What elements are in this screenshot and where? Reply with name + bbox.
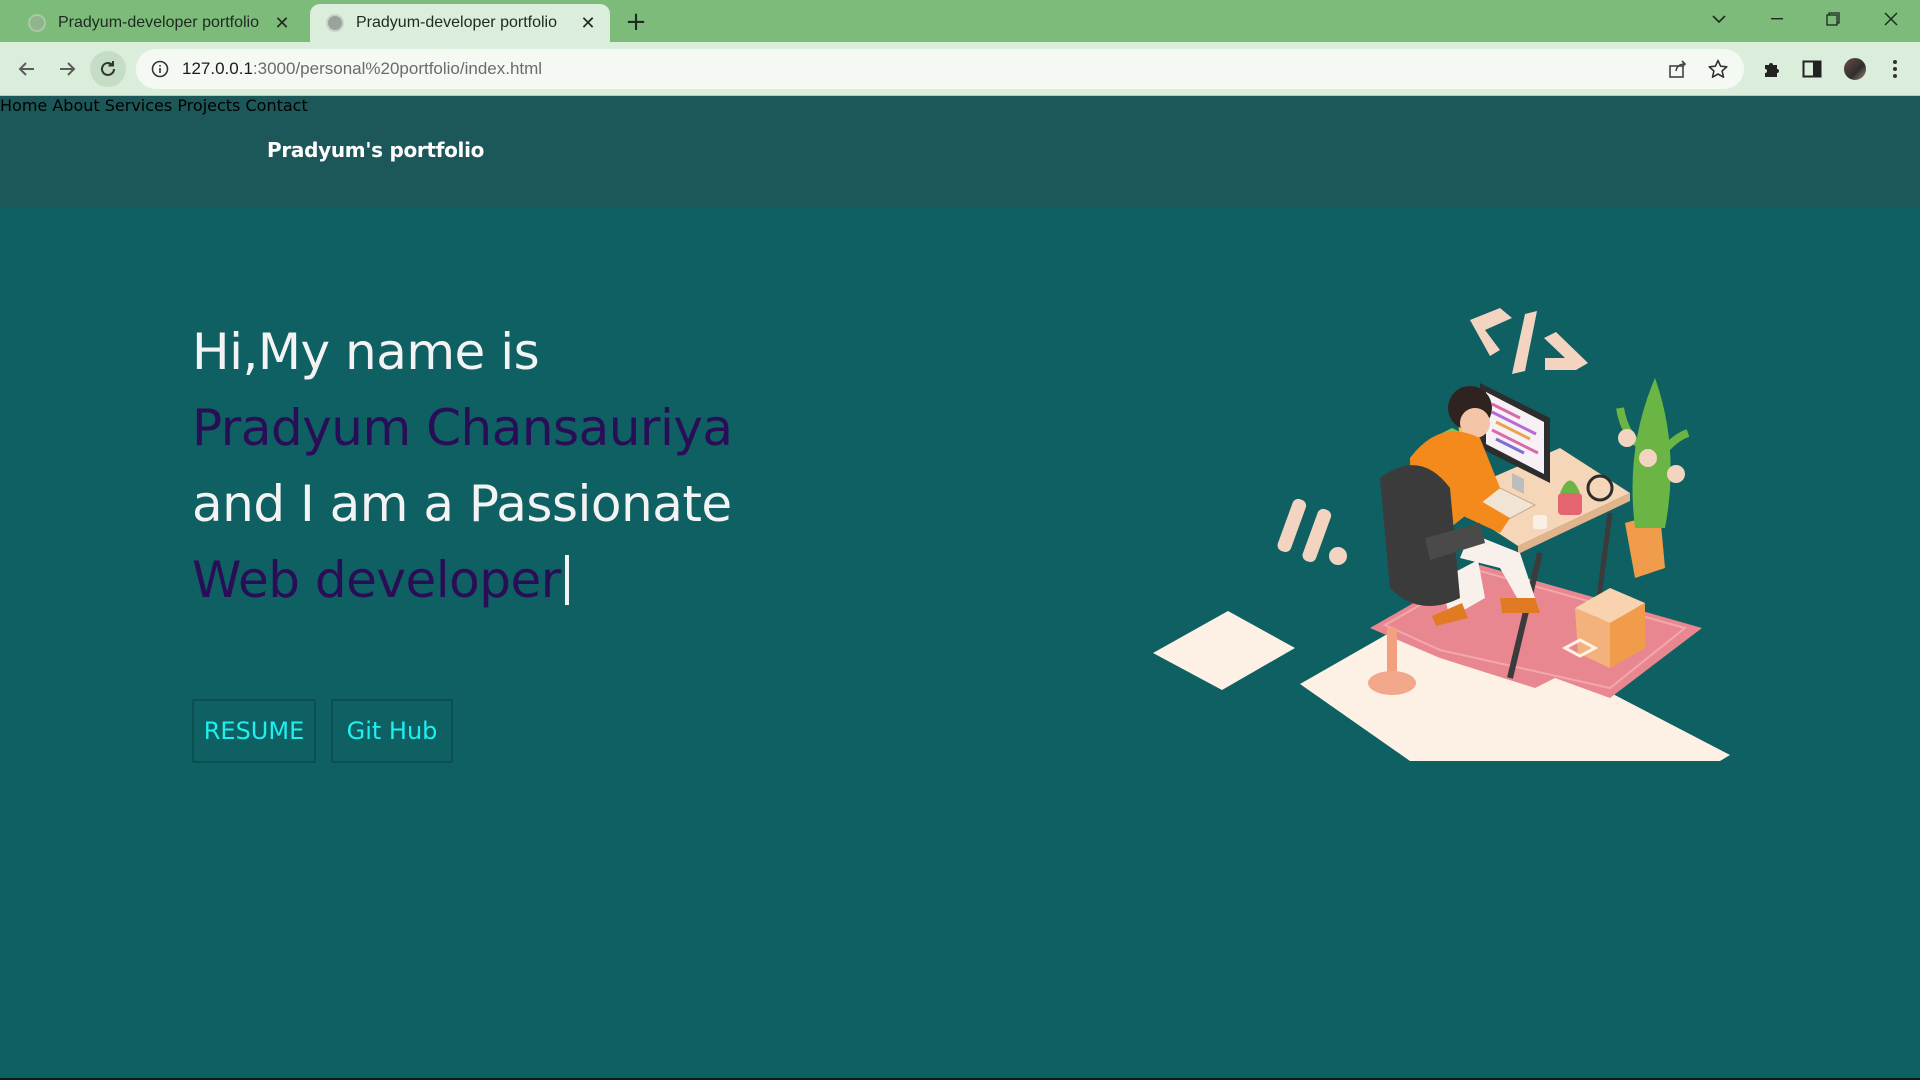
hero-role: Web developer <box>192 551 569 609</box>
browser-tab-strip: Pradyum-developer portfolio ✕ Pradyum-de… <box>0 0 1920 42</box>
puzzle-icon[interactable] <box>1760 57 1784 81</box>
globe-favicon-icon <box>28 14 46 32</box>
github-button[interactable]: Git Hub <box>331 699 453 763</box>
share-icon[interactable] <box>1666 57 1690 81</box>
site-logo[interactable]: Pradyum's portfolio <box>267 138 484 162</box>
profile-avatar[interactable] <box>1842 56 1868 82</box>
close-tab-icon[interactable]: ✕ <box>270 11 294 35</box>
nav-home[interactable]: Home <box>0 96 47 115</box>
reload-icon[interactable] <box>90 51 126 87</box>
hero-section: Hi,My name is Pradyum Chansauriya and I … <box>0 208 1920 1080</box>
side-panel-icon[interactable] <box>1800 57 1824 81</box>
close-tab-icon[interactable]: ✕ <box>576 11 600 35</box>
kebab-menu-icon[interactable] <box>1883 57 1907 81</box>
hero-intro: and I am a Passionate <box>192 475 732 533</box>
info-icon[interactable] <box>150 59 170 79</box>
nav-about[interactable]: About <box>52 96 99 115</box>
browser-toolbar: 127.0.0.1:3000/personal%20portfolio/inde… <box>0 42 1920 96</box>
nav-contact[interactable]: Contact <box>245 96 307 115</box>
restore-icon[interactable] <box>1810 0 1856 38</box>
forward-arrow-icon[interactable] <box>49 51 85 87</box>
hero-name: Pradyum Chansauriya <box>192 399 733 457</box>
main-nav: Home About Services Projects Contact <box>0 96 1920 115</box>
typing-cursor <box>564 555 569 605</box>
tab-title: Pradyum-developer portfolio <box>58 14 259 31</box>
minimize-icon[interactable] <box>1754 0 1800 38</box>
url-text[interactable]: 127.0.0.1:3000/personal%20portfolio/inde… <box>182 59 542 79</box>
site-header: Pradyum's portfolio Home About Services … <box>0 96 1920 208</box>
new-tab-plus-icon[interactable]: + <box>622 7 650 37</box>
developer-illustration <box>1153 308 1730 761</box>
star-icon[interactable] <box>1706 57 1730 81</box>
nav-services[interactable]: Services <box>105 96 172 115</box>
address-bar[interactable]: 127.0.0.1:3000/personal%20portfolio/inde… <box>136 49 1744 89</box>
back-arrow-icon[interactable] <box>9 51 45 87</box>
browser-tab-1[interactable]: Pradyum-developer portfolio ✕ <box>12 4 304 42</box>
close-window-icon[interactable] <box>1868 0 1914 38</box>
hero-role-text: Web developer <box>192 551 561 609</box>
tab-search-chevron-icon[interactable] <box>1696 0 1742 38</box>
resume-button[interactable]: RESUME <box>192 699 316 763</box>
hero-greeting: Hi,My name is <box>192 323 540 381</box>
nav-projects[interactable]: Projects <box>177 96 240 115</box>
browser-tab-2[interactable]: Pradyum-developer portfolio ✕ <box>310 4 610 42</box>
tab-title: Pradyum-developer portfolio <box>356 14 557 31</box>
globe-favicon-icon <box>326 14 344 32</box>
